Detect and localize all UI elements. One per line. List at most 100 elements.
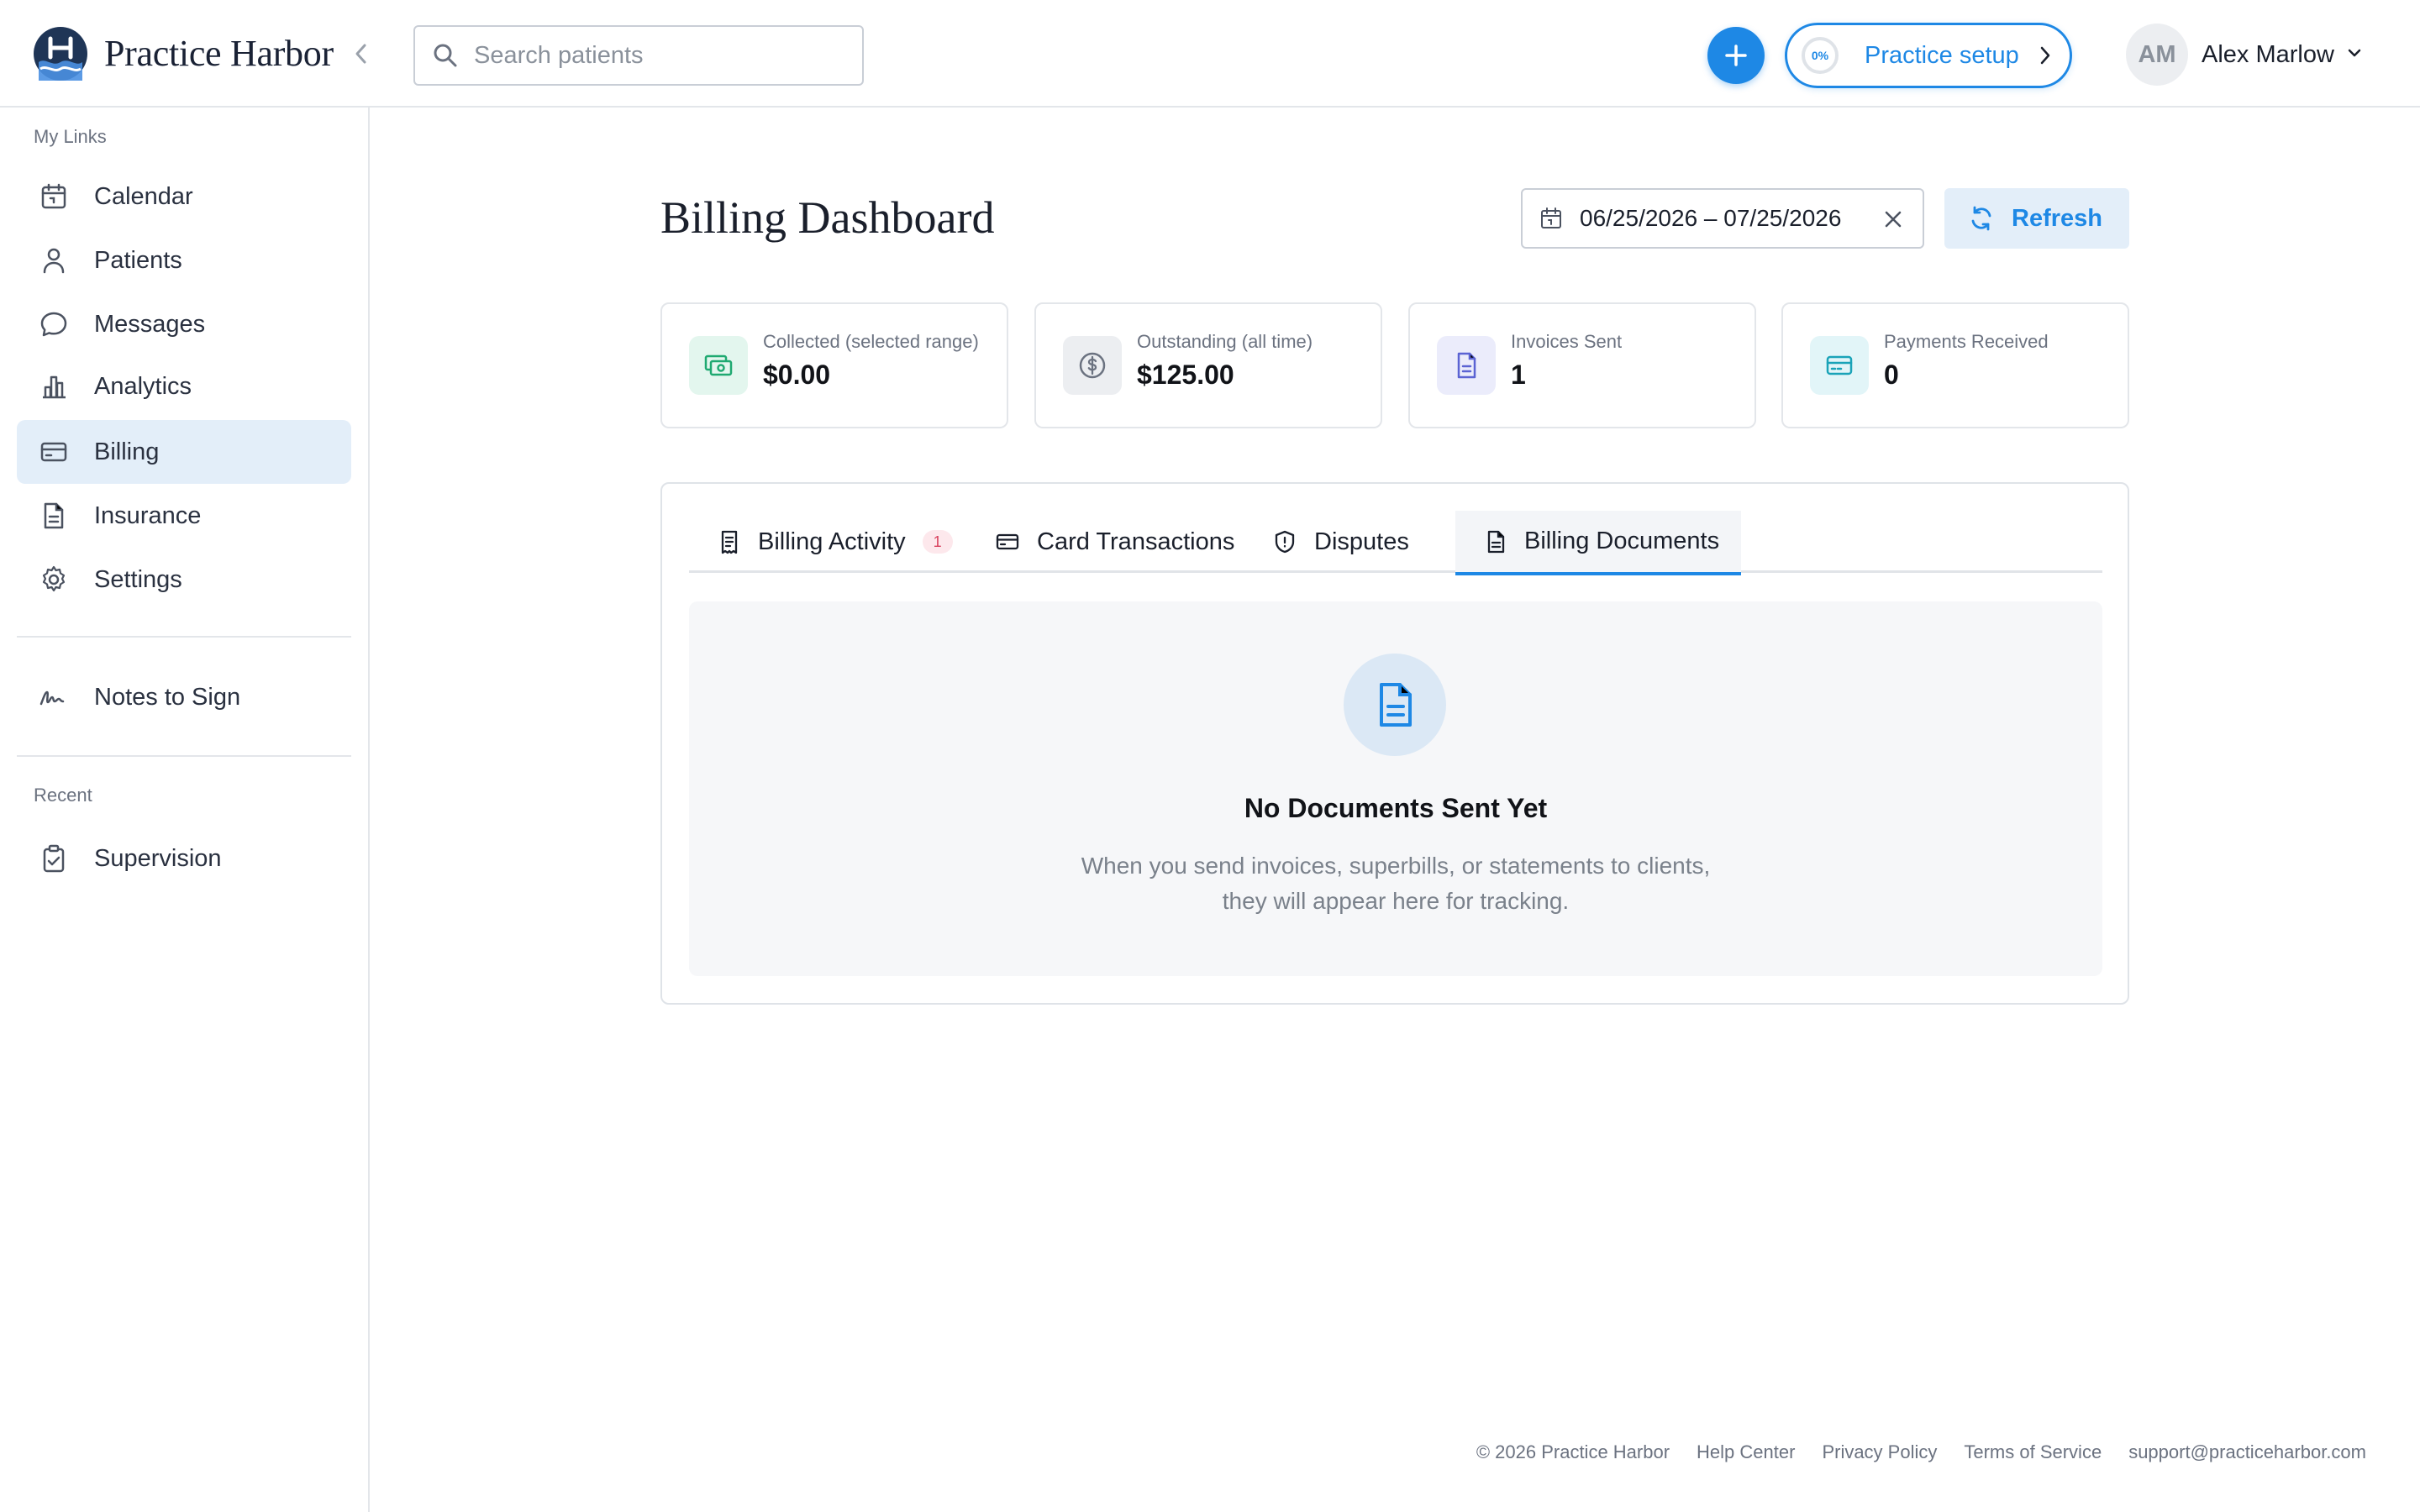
stat-label: Collected (selected range) — [763, 331, 979, 352]
tab-billing-documents[interactable]: Billing Documents — [1455, 511, 1741, 575]
calendar-icon — [41, 183, 66, 209]
count-badge: 1 — [922, 530, 953, 554]
refresh-label: Refresh — [2012, 204, 2102, 232]
footer-link-help-center[interactable]: Help Center — [1697, 1441, 1795, 1463]
clipboard-check-icon — [43, 844, 65, 873]
add-button[interactable] — [1707, 27, 1765, 84]
signature-icon — [39, 690, 65, 706]
stat-card-payments-received: Payments Received 0 — [1781, 302, 2129, 428]
stat-value: 0 — [1884, 360, 1899, 390]
credit-card-icon — [40, 442, 67, 462]
sidebar-item-label: Supervision — [94, 844, 222, 872]
sidebar-item-label: Analytics — [94, 372, 192, 400]
bar-chart-icon — [43, 375, 66, 399]
chevron-left-icon — [355, 44, 366, 64]
stat-label: Invoices Sent — [1511, 331, 1623, 352]
setup-label: Practice setup — [1865, 41, 2019, 69]
logo-icon[interactable] — [34, 27, 87, 81]
sidebar-item-label: Messages — [94, 310, 206, 338]
billing-panel: Billing Activity 1 Card Transactions Dis… — [660, 482, 2129, 1005]
sidebar-item-label: Insurance — [94, 501, 202, 529]
copyright: © 2026 Practice Harbor — [1476, 1441, 1670, 1462]
refresh-button[interactable]: Refresh — [1944, 188, 2129, 249]
brand-name: Practice Harbor — [104, 33, 334, 74]
shield-alert-icon — [1275, 530, 1295, 554]
collapse-sidebar-button[interactable] — [348, 39, 375, 69]
refresh-icon — [1971, 206, 1991, 231]
sidebar-item-label: Patients — [94, 246, 182, 274]
footer: © 2026 Practice Harbor Help Center Priva… — [1476, 1441, 2366, 1463]
tab-card-transactions[interactable]: Card Transactions — [995, 511, 1234, 573]
sidebar-item-label: Notes to Sign — [94, 683, 241, 711]
sidebar-item-notes-to-sign[interactable]: Notes to Sign — [17, 665, 351, 729]
sidebar-divider — [17, 636, 351, 638]
credit-card-icon — [1810, 336, 1869, 395]
page-title: Billing Dashboard — [660, 192, 995, 243]
sidebar-item-messages[interactable]: Messages — [17, 292, 351, 356]
search-icon — [434, 44, 457, 67]
stat-card-invoices-sent: Invoices Sent 1 — [1408, 302, 1756, 428]
empty-state-title: No Documents Sent Yet — [1244, 793, 1548, 823]
stat-card-outstanding: Outstanding (all time) $125.00 — [1034, 302, 1382, 428]
sidebar-divider — [17, 755, 351, 757]
sidebar-item-settings[interactable]: Settings — [17, 548, 351, 612]
patient-search[interactable] — [413, 25, 864, 86]
invoice-icon — [1437, 336, 1496, 395]
user-name[interactable]: Alex Marlow — [2202, 40, 2334, 69]
document-icon — [44, 502, 64, 529]
support-email-link[interactable]: support@practiceharbor.com — [2128, 1441, 2366, 1463]
stat-label: Outstanding (all time) — [1137, 331, 1313, 352]
chevron-right-icon — [2040, 46, 2050, 65]
top-header: Practice Harbor 0% Practice setup AM Ale… — [0, 0, 2420, 108]
my-links-label: My Links — [34, 126, 107, 147]
close-icon — [1885, 211, 1902, 228]
plus-icon — [1725, 45, 1747, 66]
document-icon — [1487, 530, 1505, 553]
tab-bar: Billing Activity 1 Card Transactions Dis… — [689, 511, 2102, 575]
date-range-picker[interactable]: 06/25/2026 – 07/25/2026 — [1521, 188, 1924, 249]
tab-billing-activity[interactable]: Billing Activity 1 — [718, 511, 953, 573]
tab-label: Billing Documents — [1524, 528, 1720, 554]
sidebar-item-billing[interactable]: Billing — [17, 420, 351, 484]
practice-setup-button[interactable]: 0% Practice setup — [1785, 23, 2072, 88]
sidebar: My Links Calendar Patients Messages Anal… — [0, 108, 370, 1512]
date-range-value: 06/25/2026 – 07/25/2026 — [1580, 205, 1842, 231]
message-icon — [40, 312, 67, 337]
clear-date-button[interactable] — [1881, 207, 1906, 232]
sidebar-item-patients[interactable]: Patients — [17, 228, 351, 292]
credit-card-icon — [996, 533, 1019, 550]
tab-label: Billing Activity — [758, 528, 906, 555]
setup-progress-label: 0% — [1811, 49, 1829, 62]
dollar-circle-icon — [1063, 336, 1122, 395]
sidebar-item-label: Calendar — [94, 182, 193, 210]
empty-state: No Documents Sent Yet When you send invo… — [689, 601, 2102, 976]
search-input[interactable] — [474, 41, 844, 70]
sidebar-item-label: Billing — [94, 438, 160, 465]
receipt-icon — [721, 530, 738, 554]
empty-state-description: When you send invoices, superbills, or s… — [1081, 853, 1711, 914]
tab-disputes[interactable]: Disputes — [1272, 511, 1409, 573]
stat-value: $0.00 — [763, 360, 831, 390]
avatar[interactable]: AM — [2126, 24, 2188, 86]
cash-icon — [689, 336, 748, 395]
stat-card-collected: Collected (selected range) $0.00 — [660, 302, 1008, 428]
footer-link-privacy-policy[interactable]: Privacy Policy — [1822, 1441, 1937, 1463]
stat-label: Payments Received — [1884, 331, 2049, 352]
sidebar-item-insurance[interactable]: Insurance — [17, 484, 351, 548]
stat-value: 1 — [1511, 360, 1526, 390]
sidebar-item-calendar[interactable]: Calendar — [17, 165, 351, 228]
recent-label: Recent — [34, 785, 92, 806]
person-icon — [43, 248, 65, 274]
calendar-icon — [1541, 207, 1561, 228]
sidebar-item-supervision[interactable]: Supervision — [17, 827, 351, 890]
tab-label: Disputes — [1314, 528, 1409, 555]
sidebar-item-analytics[interactable]: Analytics — [17, 354, 351, 418]
sidebar-item-label: Settings — [94, 565, 182, 593]
footer-link-terms[interactable]: Terms of Service — [1964, 1441, 2102, 1463]
stat-value: $125.00 — [1137, 360, 1234, 390]
gear-icon — [42, 565, 66, 592]
chevron-down-icon[interactable] — [2346, 47, 2363, 60]
document-icon — [1344, 654, 1446, 756]
tab-label: Card Transactions — [1037, 528, 1235, 555]
setup-progress-ring: 0% — [1801, 36, 1839, 75]
